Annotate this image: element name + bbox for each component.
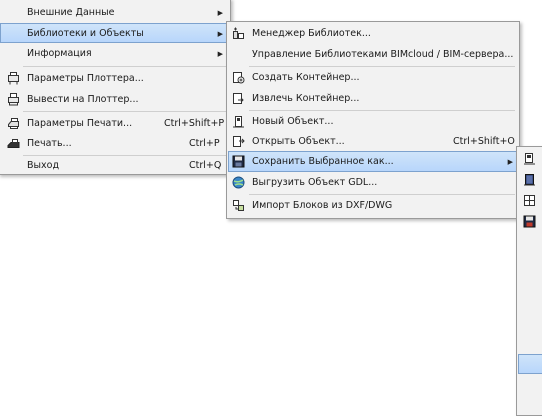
menu-separator — [249, 194, 515, 195]
menu-item-label: Открыть Объект... — [252, 136, 345, 147]
menu-item-bimcloud-libraries[interactable]: Управление Библиотеками BIMcloud / BIM-с… — [228, 45, 518, 65]
save-selection-submenu — [516, 146, 542, 416]
menu-item-create-container[interactable]: Создать Контейнер... — [228, 68, 518, 88]
menu-item-plot[interactable]: Вывести на Плоттер... — [0, 90, 229, 110]
shortcut-label: Ctrl+Shift+O — [453, 136, 515, 147]
libraries-objects-menu: Менеджер Библиотек... Управление Библиот… — [226, 21, 520, 219]
menu-item-unload-gdl-object[interactable]: Выгрузить Объект GDL... — [228, 173, 518, 193]
menu-item-plotter-settings[interactable]: Параметры Плоттера... — [0, 69, 229, 89]
menu-separator — [249, 110, 515, 111]
menu-item-label: Менеджер Библиотек... — [252, 28, 371, 39]
submenu-highlighted-item[interactable] — [518, 354, 542, 374]
menu-item-save-as-object[interactable] — [518, 149, 542, 169]
menu-item-label: Вывести на Плоттер... — [27, 94, 139, 105]
submenu-arrow-icon: ▶ — [217, 30, 223, 38]
menu-item-label: Импорт Блоков из DXF/DWG — [252, 200, 393, 211]
menu-item-new-object[interactable]: Новый Объект... — [228, 112, 518, 132]
menu-item-save-as-window[interactable] — [518, 191, 542, 211]
import-blocks-icon — [233, 200, 244, 211]
extract-container-icon — [233, 93, 244, 104]
save-disk-icon — [523, 215, 536, 228]
menu-separator — [23, 66, 226, 67]
menu-item-extract-container[interactable]: Извлечь Контейнер... — [228, 89, 518, 109]
menu-item-label: Выгрузить Объект GDL... — [252, 177, 378, 188]
shortcut-label: Ctrl+Shift+P — [164, 118, 225, 129]
object-icon — [524, 153, 535, 165]
menu-item-save-as-other[interactable] — [518, 212, 542, 232]
menu-item-label: Печать... — [27, 138, 72, 149]
plotter-icon — [8, 93, 19, 106]
menu-item-label: Информация — [27, 48, 92, 59]
save-disk-icon — [232, 155, 245, 168]
menu-separator — [23, 111, 226, 112]
menu-item-save-as-door[interactable] — [518, 170, 542, 190]
menu-item-label: Параметры Плоттера... — [27, 73, 144, 84]
menu-item-external-data[interactable]: Внешние Данные ▶ — [0, 3, 229, 23]
file-menu: Внешние Данные ▶ Библиотеки и Объекты ▶ … — [0, 0, 231, 175]
menu-item-label: Внешние Данные — [27, 7, 115, 18]
shortcut-label: Ctrl+P — [189, 138, 220, 149]
menu-item-print-settings[interactable]: Параметры Печати... Ctrl+Shift+P — [0, 114, 229, 134]
menu-item-label: Сохранить Выбранное как... — [252, 156, 394, 167]
menu-item-label: Создать Контейнер... — [252, 72, 360, 83]
shortcut-label: Ctrl+Q — [189, 160, 222, 171]
door-icon — [524, 174, 535, 186]
menu-item-libraries-objects[interactable]: Библиотеки и Объекты ▶ — [0, 23, 229, 43]
library-manager-icon — [233, 27, 244, 39]
print-settings-icon — [8, 118, 19, 129]
gdl-globe-icon — [232, 176, 245, 189]
menu-item-label: Извлечь Контейнер... — [252, 93, 360, 104]
menu-item-label: Управление Библиотеками BIMcloud / BIM-с… — [252, 49, 514, 60]
menu-item-import-dxf-dwg[interactable]: Импорт Блоков из DXF/DWG — [228, 196, 518, 216]
printer-icon — [7, 139, 20, 148]
menu-item-library-manager[interactable]: Менеджер Библиотек... — [228, 24, 518, 44]
open-object-icon — [233, 136, 245, 147]
menu-item-print[interactable]: Печать... Ctrl+P — [0, 134, 229, 154]
menu-item-label: Параметры Печати... — [27, 118, 133, 129]
plotter-settings-icon — [8, 72, 19, 85]
menu-item-label: Библиотеки и Объекты — [27, 28, 144, 39]
menu-item-open-object[interactable]: Открыть Объект... Ctrl+Shift+O — [228, 132, 518, 152]
menu-item-information[interactable]: Информация ▶ — [0, 44, 229, 64]
menu-item-label: Новый Объект... — [252, 116, 334, 127]
submenu-arrow-icon: ▶ — [507, 158, 513, 166]
menu-item-label: Выход — [27, 160, 60, 171]
menu-item-exit[interactable]: Выход Ctrl+Q — [0, 156, 229, 176]
create-container-icon — [233, 72, 245, 84]
submenu-arrow-icon: ▶ — [217, 9, 223, 17]
submenu-arrow-icon: ▶ — [217, 50, 223, 58]
menu-item-save-selection-as[interactable]: Сохранить Выбранное как... ▶ — [228, 151, 518, 172]
menu-separator — [249, 66, 515, 67]
window-icon — [524, 195, 535, 206]
new-object-icon — [233, 116, 244, 128]
